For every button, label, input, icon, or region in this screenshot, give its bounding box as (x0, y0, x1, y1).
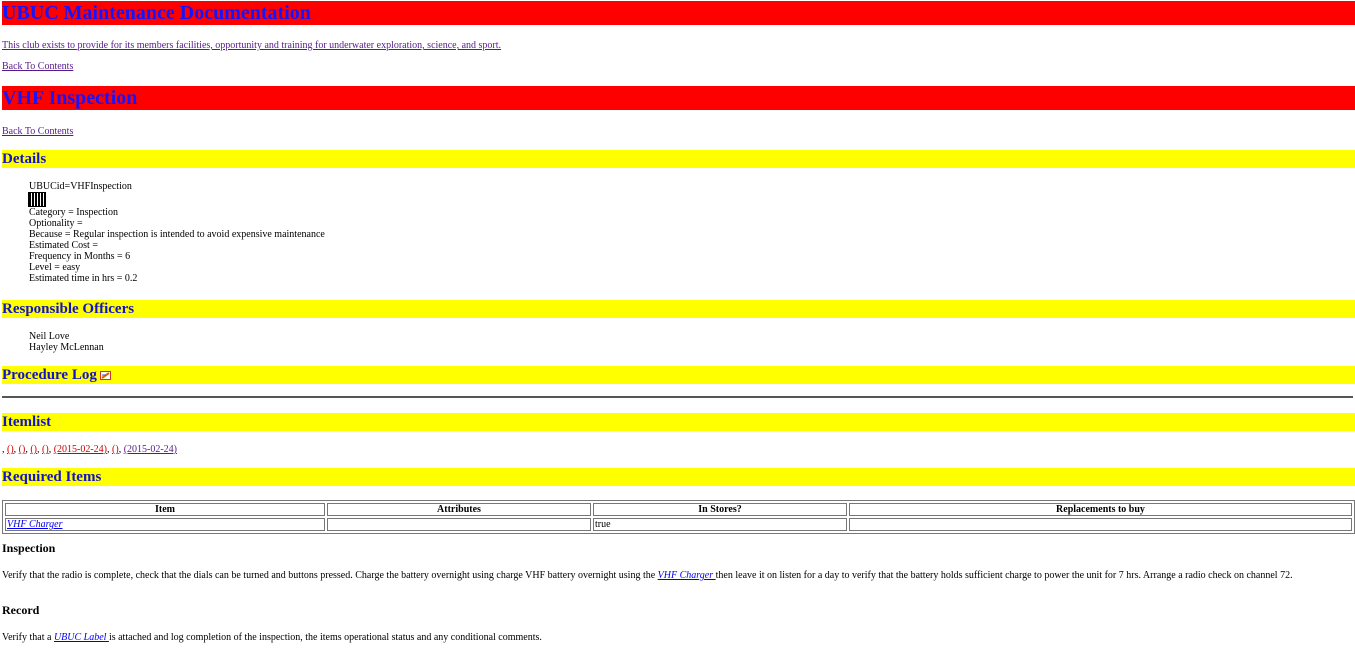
procedure-log-heading: Procedure Log (2, 366, 1355, 384)
table-header-row: Item Attributes In Stores? Replacements … (5, 503, 1352, 516)
back-to-contents-link-2[interactable]: Back To Contents (2, 126, 73, 137)
cell-item: VHF Charger (5, 518, 325, 531)
detail-frequency: Frequency in Months = 6 (29, 251, 131, 262)
details-list: UBUCid=VHFInspection Category = Inspecti… (28, 181, 325, 284)
itemlist-link[interactable]: () (112, 444, 119, 455)
record-text-start: Verify that a (2, 632, 54, 643)
record-heading: Record (2, 603, 40, 617)
cell-attributes (327, 518, 591, 531)
procedure-log-title: Procedure Log (2, 367, 97, 383)
back-to-contents-link-1[interactable]: Back To Contents (2, 61, 73, 72)
section-divider (2, 396, 1353, 398)
inspection-text: Verify that the radio is complete, check… (2, 570, 1352, 581)
inspection-text-end: then leave it on listen for a day to ver… (715, 570, 1293, 581)
record-text: Verify that a UBUC Label is attached and… (2, 632, 1352, 643)
officer-name: Hayley McLennan (29, 342, 104, 353)
detail-level: Level = easy (29, 262, 81, 273)
itemlist-link[interactable]: () (7, 444, 14, 455)
column-header-in-stores: In Stores? (593, 503, 847, 516)
required-items-heading: Required Items (2, 468, 1355, 486)
detail-category: Category = Inspection (29, 207, 118, 218)
officer-name: Neil Love (29, 331, 70, 342)
detail-optionality: Optionality = (29, 218, 83, 229)
itemlist-link[interactable]: (2015-02-24) (124, 444, 177, 455)
inspection-text-start: Verify that the radio is complete, check… (2, 570, 658, 581)
detail-ubucid: UBUCid=VHFInspection (29, 181, 132, 192)
officers-list: Neil Love Hayley McLennan (29, 331, 104, 353)
detail-because: Because = Regular inspection is intended… (29, 229, 325, 240)
column-header-attributes: Attributes (327, 503, 591, 516)
tagline-link[interactable]: This club exists to provide for its memb… (2, 40, 501, 51)
table-row: VHF Charger true (5, 518, 1352, 531)
site-title: UBUC Maintenance Documentation (2, 1, 1355, 25)
cell-replacements (849, 518, 1352, 531)
inspection-vhf-charger-link[interactable]: VHF Charger (658, 570, 716, 581)
page-title: VHF Inspection (2, 86, 1355, 110)
edit-pencil-icon[interactable] (99, 371, 111, 381)
responsible-officers-heading: Responsible Officers (2, 300, 1355, 318)
column-header-item: Item (5, 503, 325, 516)
inspection-heading: Inspection (2, 541, 56, 555)
cell-in-stores: true (593, 518, 847, 531)
required-items-table: Item Attributes In Stores? Replacements … (2, 500, 1355, 534)
record-text-end: is attached and log completion of the in… (108, 632, 542, 643)
itemlist-prefix: , (2, 444, 5, 455)
ubuc-label-link[interactable]: UBUC Label (54, 632, 109, 643)
details-heading: Details (2, 150, 1355, 168)
vhf-charger-link[interactable]: VHF Charger (7, 519, 62, 530)
itemlist-link[interactable]: () (42, 444, 49, 455)
itemlist-link[interactable]: () (30, 444, 37, 455)
detail-time: Estimated time in hrs = 0.2 (29, 273, 138, 284)
qr-code-image (28, 192, 46, 207)
column-header-replacements: Replacements to buy (849, 503, 1352, 516)
itemlist-link[interactable]: (2015-02-24) (54, 444, 107, 455)
itemlist-heading: Itemlist (2, 413, 1355, 431)
detail-cost: Estimated Cost = (29, 240, 98, 251)
itemlist-links: , (), (), (), (), (2015-02-24), (), (201… (2, 444, 177, 455)
